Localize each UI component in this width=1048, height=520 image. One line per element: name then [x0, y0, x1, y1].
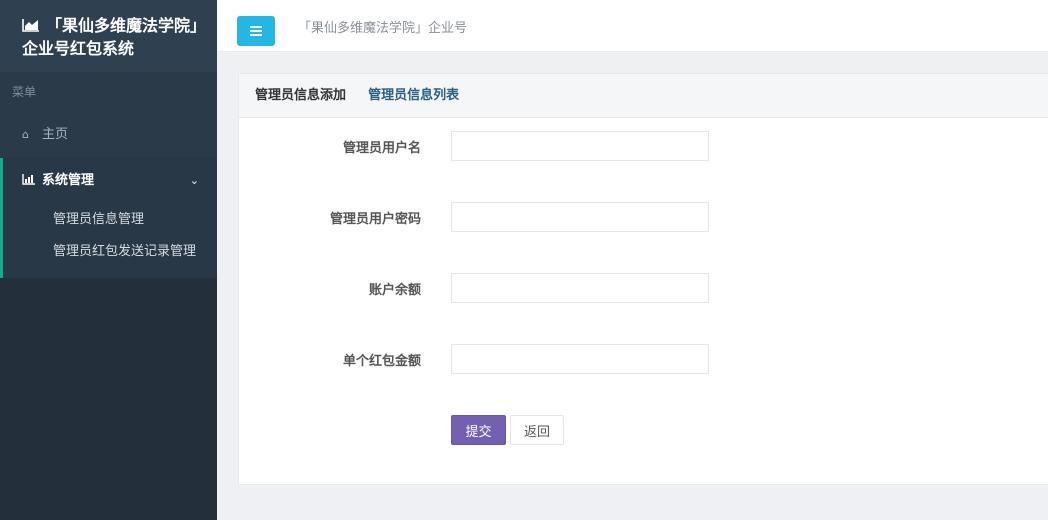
back-button[interactable]: 返回	[510, 415, 564, 445]
form-row-balance: 账户余额	[239, 273, 1048, 303]
main-content: 管理员信息添加 管理员信息列表 管理员用户名 管理员用户密码 账户余额 单个红包…	[217, 53, 1048, 520]
balance-label: 账户余额	[368, 283, 421, 298]
username-label: 管理员用户名	[342, 141, 421, 156]
bar-chart-icon	[22, 158, 36, 204]
area-chart-icon	[22, 19, 39, 32]
hamburger-line	[250, 30, 262, 32]
app-brand: 「果仙多维魔法学院」企业号红包系统	[0, 0, 217, 72]
sidebar-subitem-redpacket-records[interactable]: 管理员红包发送记录管理	[3, 236, 217, 268]
username-input[interactable]	[451, 131, 709, 161]
form-row-packet-amount: 单个红包金额	[239, 344, 1048, 374]
sidebar-item-system-management[interactable]: 系统管理 ⌄	[3, 158, 217, 204]
page-tab[interactable]: 「果仙多维魔法学院」企业号	[298, 17, 468, 37]
sidebar-group-system: 系统管理 ⌄ 管理员信息管理 管理员红包发送记录管理	[0, 158, 217, 278]
packet-amount-label: 单个红包金额	[342, 354, 421, 369]
form-row-username: 管理员用户名	[239, 131, 1048, 161]
form-row-password: 管理员用户密码	[239, 202, 1048, 232]
submit-button[interactable]: 提交	[451, 415, 506, 445]
sidebar-item-label: 主页	[42, 127, 69, 142]
balance-input[interactable]	[451, 273, 709, 303]
hamburger-line	[250, 26, 262, 28]
password-input[interactable]	[451, 202, 709, 232]
app-title: 「果仙多维魔法学院」企业号红包系统	[22, 16, 207, 58]
panel-tabs: 管理员信息添加 管理员信息列表	[239, 74, 1048, 118]
hamburger-line	[250, 34, 262, 36]
sidebar-item-home[interactable]: ⌂ 主页	[0, 112, 217, 158]
home-icon: ⌂	[22, 128, 29, 141]
menu-toggle-button[interactable]	[237, 16, 275, 46]
sidebar: 「果仙多维魔法学院」企业号红包系统 菜单 ⌂ 主页 系统管理 ⌄ 管理员信息管理 …	[0, 0, 217, 520]
sidebar-empty-area	[0, 278, 217, 520]
sidebar-item-label: 系统管理	[42, 173, 95, 188]
tab-admin-list[interactable]: 管理员信息列表	[368, 88, 459, 103]
tab-admin-add[interactable]: 管理员信息添加	[255, 88, 346, 103]
menu-caption: 菜单	[0, 72, 217, 112]
topbar: 「果仙多维魔法学院」企业号	[217, 0, 1048, 52]
sidebar-subitem-admin-info[interactable]: 管理员信息管理	[3, 204, 217, 236]
packet-amount-input[interactable]	[451, 344, 709, 374]
chevron-down-icon: ⌄	[189, 174, 199, 187]
password-label: 管理员用户密码	[329, 212, 421, 227]
form-panel: 管理员信息添加 管理员信息列表 管理员用户名 管理员用户密码 账户余额 单个红包…	[238, 73, 1048, 485]
